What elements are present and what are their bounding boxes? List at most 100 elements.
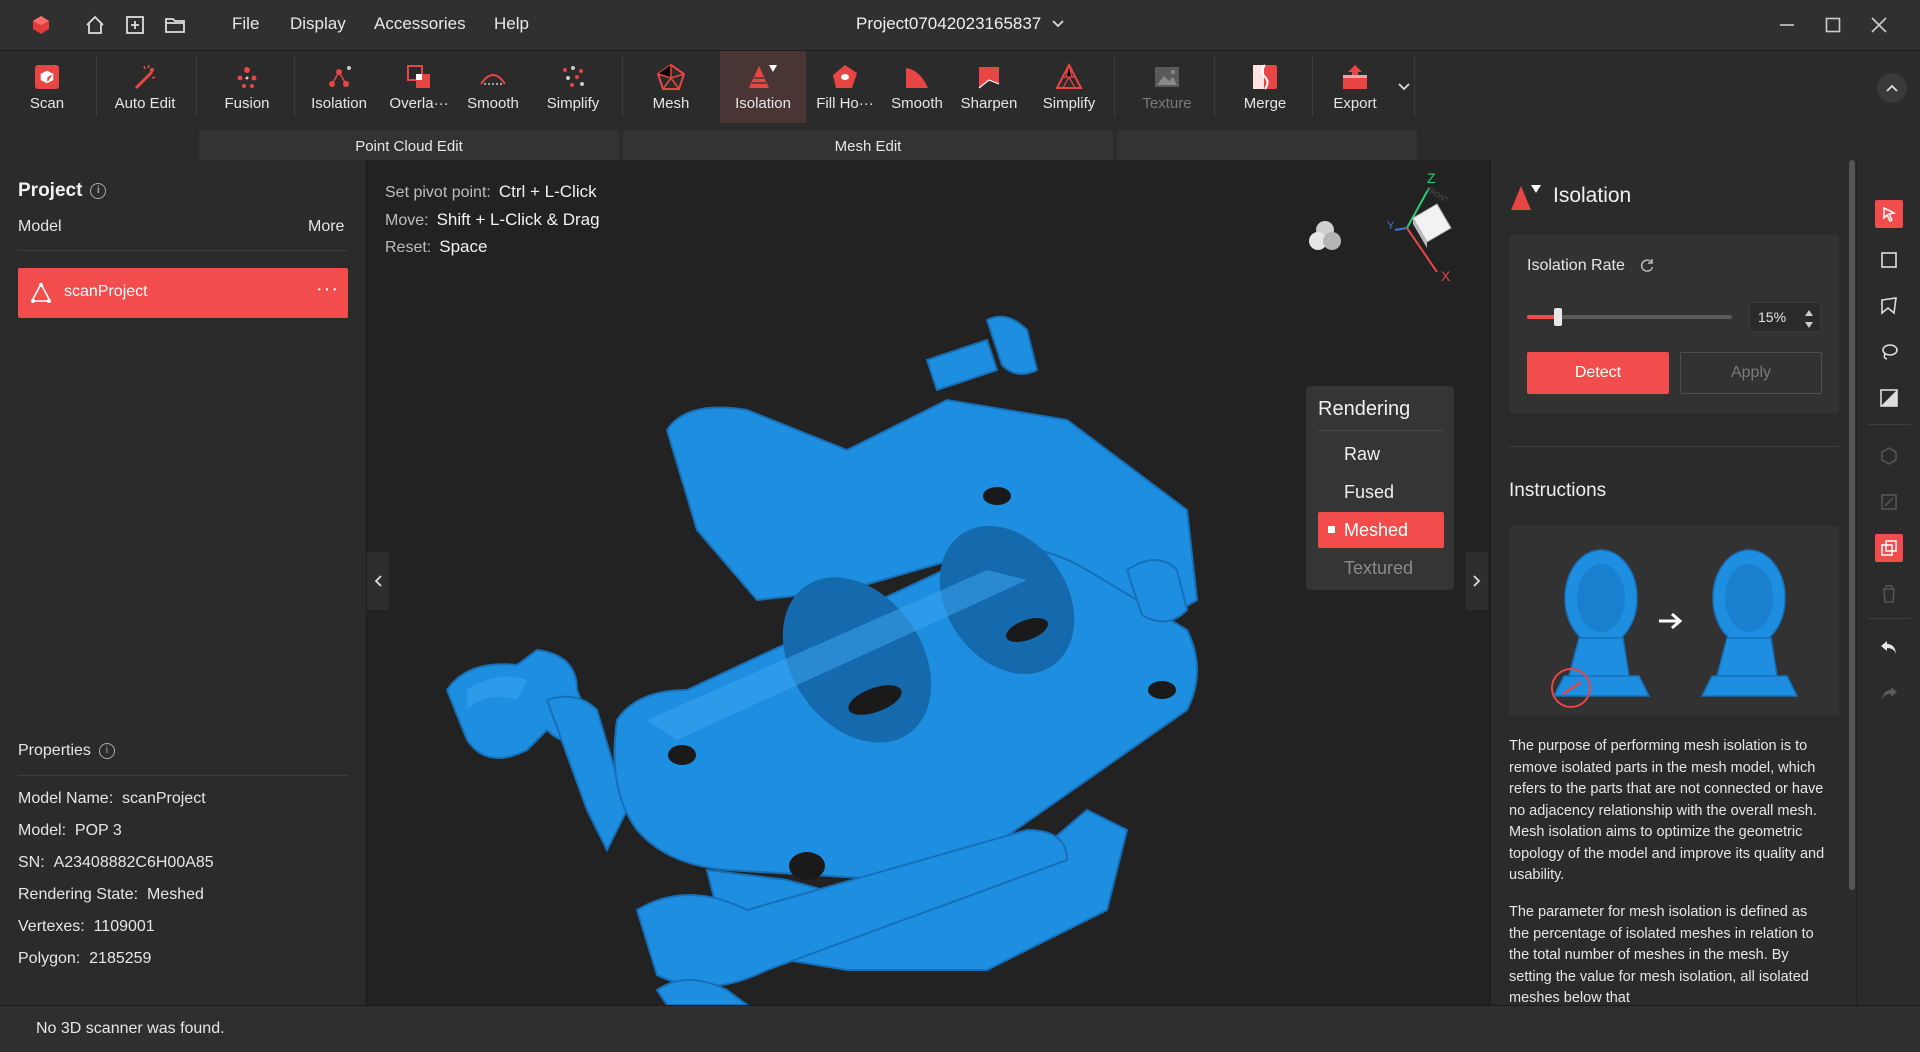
texture-icon xyxy=(1147,61,1187,93)
export-button[interactable]: Export xyxy=(1316,51,1394,123)
panel-title: Isolation xyxy=(1553,184,1632,207)
properties-heading: Properties i xyxy=(18,742,115,760)
merge-button[interactable]: Merge xyxy=(1226,51,1304,123)
pc-isolation-button[interactable]: Isolation xyxy=(300,51,378,123)
invert-select-icon[interactable] xyxy=(1875,384,1903,412)
instructions-title: Instructions xyxy=(1509,480,1607,501)
instructions-illustration xyxy=(1509,526,1839,716)
menu-display[interactable]: Display xyxy=(290,14,346,34)
menu-accessories[interactable]: Accessories xyxy=(374,14,466,34)
status-text: No 3D scanner was found. xyxy=(36,1020,225,1037)
collapse-toolbar-button[interactable] xyxy=(1877,73,1907,103)
mesh-smooth-button[interactable]: Smooth xyxy=(878,51,956,123)
more-button[interactable]: More xyxy=(308,218,344,236)
smooth-icon xyxy=(473,61,513,93)
mesh-model-icon xyxy=(30,282,52,309)
menu-file[interactable]: File xyxy=(232,14,259,34)
project-title-dropdown[interactable]: Project07042023165837 xyxy=(740,14,1180,34)
scan-button[interactable]: Scan xyxy=(8,51,86,123)
pointer-select-icon[interactable] xyxy=(1875,200,1903,228)
rendering-option-meshed[interactable]: Meshed xyxy=(1318,512,1444,548)
open-folder-icon[interactable] xyxy=(162,12,188,38)
minimize-button[interactable] xyxy=(1772,10,1802,40)
isolation-rate-slider[interactable] xyxy=(1527,308,1732,326)
collapse-left-panel-button[interactable] xyxy=(367,552,389,610)
home-icon[interactable] xyxy=(82,12,108,38)
hint-reset: Reset: Space xyxy=(385,237,487,257)
spin-down-icon[interactable] xyxy=(1804,317,1814,335)
export-icon xyxy=(1335,61,1375,93)
pc-overlap-button[interactable]: Overla··· xyxy=(380,51,458,123)
mesh-button[interactable]: Mesh xyxy=(632,51,710,123)
model-item-menu-button[interactable]: ··· xyxy=(316,278,339,301)
pc-fusion-button[interactable]: Fusion xyxy=(208,51,286,123)
slider-thumb[interactable] xyxy=(1553,308,1562,326)
copy-selection-icon[interactable] xyxy=(1875,534,1903,562)
gizmo-x-label: X xyxy=(1441,268,1451,284)
auto-edit-button[interactable]: Auto Edit xyxy=(106,51,184,123)
select-all-icon[interactable] xyxy=(1875,442,1903,470)
project-title: Project07042023165837 xyxy=(855,14,1042,33)
merge-label: Merge xyxy=(1243,95,1287,112)
fill-holes-label: Fill Ho··· xyxy=(816,95,874,112)
mesh-isolation-icon xyxy=(1509,182,1543,212)
model-list-item[interactable]: scanProject ··· xyxy=(18,268,348,318)
maximize-button[interactable] xyxy=(1818,10,1848,40)
isolation-panel: Isolation Isolation Rate 15% Detect Appl… xyxy=(1490,160,1857,1005)
pc-simplify-button[interactable]: Simplify xyxy=(534,51,612,123)
rendering-option-textured[interactable]: Textured xyxy=(1318,550,1444,586)
selection-tool-strip xyxy=(1856,160,1920,1005)
rendering-option-fused[interactable]: Fused xyxy=(1318,474,1444,510)
chevron-left-icon xyxy=(374,575,382,587)
info-icon[interactable]: i xyxy=(90,182,107,199)
detect-button[interactable]: Detect xyxy=(1527,352,1669,394)
group-mesh-edit: Mesh Edit xyxy=(623,131,1113,161)
orientation-gizmo[interactable]: FRONT Z Y X xyxy=(1367,170,1467,290)
isolation-rate-spinbox[interactable]: 15% xyxy=(1749,302,1821,332)
simplify-points-icon xyxy=(553,61,593,93)
rendering-option-raw[interactable]: Raw xyxy=(1318,436,1444,472)
isolation-points-icon xyxy=(319,61,359,93)
mesh-simplify-button[interactable]: Simplify xyxy=(1030,51,1108,123)
deselect-icon[interactable] xyxy=(1875,488,1903,516)
group-point-cloud-edit: Point Cloud Edit xyxy=(199,131,619,161)
hint-label: Move: xyxy=(385,212,429,229)
menu-help[interactable]: Help xyxy=(494,14,529,34)
scanned-mesh-model[interactable] xyxy=(427,270,1347,1005)
sharpen-button[interactable]: Sharpen xyxy=(950,51,1028,123)
refresh-icon[interactable] xyxy=(1639,257,1655,278)
panel-scrollbar[interactable] xyxy=(1849,160,1855,890)
polygon-select-icon[interactable] xyxy=(1875,292,1903,320)
mesh-isolation-button[interactable]: Isolation xyxy=(720,51,806,123)
title-bar: File Display Accessories Help Project070… xyxy=(0,0,1920,50)
hint-keys: Shift + L-Click & Drag xyxy=(436,210,600,229)
property-label: Polygon: xyxy=(18,950,81,967)
divider xyxy=(1414,57,1415,117)
redo-icon[interactable] xyxy=(1875,680,1903,708)
scan-icon xyxy=(27,61,67,93)
divider xyxy=(196,57,197,117)
fill-holes-icon xyxy=(825,61,865,93)
lasso-select-icon[interactable] xyxy=(1875,338,1903,366)
toolbar-more-chevron-icon[interactable] xyxy=(1397,79,1413,95)
fusion-icon xyxy=(227,61,267,93)
delete-icon[interactable] xyxy=(1875,580,1903,608)
undo-icon[interactable] xyxy=(1875,634,1903,662)
new-project-icon[interactable] xyxy=(122,12,148,38)
texture-button[interactable]: Texture xyxy=(1128,51,1206,123)
close-button[interactable] xyxy=(1864,10,1894,40)
hint-pivot: Set pivot point: Ctrl + L-Click xyxy=(385,182,597,202)
display-mode-icon[interactable] xyxy=(1305,216,1345,256)
collapse-right-panel-button[interactable] xyxy=(1466,552,1488,610)
divider xyxy=(18,775,348,776)
property-row: Vertexes: 1109001 xyxy=(18,918,155,936)
apply-button[interactable]: Apply xyxy=(1680,352,1822,394)
mesh-smooth-icon xyxy=(897,61,937,93)
fill-holes-button[interactable]: Fill Ho··· xyxy=(806,51,884,123)
sharpen-label: Sharpen xyxy=(960,95,1018,112)
divider xyxy=(1318,430,1444,431)
rectangle-select-icon[interactable] xyxy=(1875,246,1903,274)
pc-smooth-button[interactable]: Smooth xyxy=(454,51,532,123)
info-icon[interactable]: i xyxy=(98,742,115,759)
property-label: Model: xyxy=(18,822,67,839)
